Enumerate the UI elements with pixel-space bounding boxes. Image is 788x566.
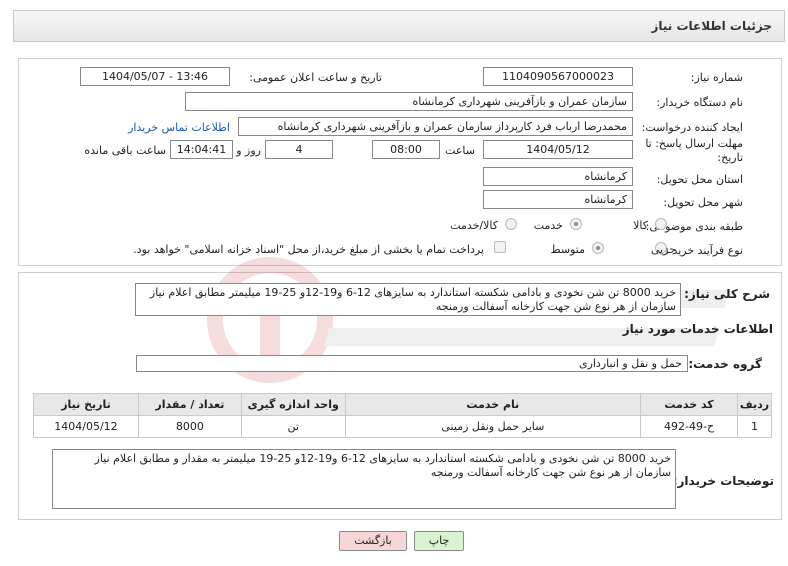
announce-label: تاریخ و ساعت اعلان عمومی: [249, 71, 382, 84]
purchase-option-minor: جزیی [650, 243, 676, 256]
purchase-type-label: نوع فرآیند خرید : [665, 244, 743, 257]
print-button[interactable]: چاپ [414, 531, 464, 551]
treasury-checkbox[interactable] [494, 241, 506, 253]
summary-label: شرح کلی نیاز: [684, 287, 770, 301]
cell-row: 1 [737, 415, 772, 438]
deadline-date-field[interactable]: 1404/05/12 [483, 140, 633, 159]
city-field[interactable]: کرمانشاه [483, 190, 633, 209]
category-radio-goods[interactable] [655, 218, 667, 230]
buyer-contact-link[interactable]: اطلاعات تماس خریدار [128, 121, 230, 134]
days-field[interactable]: 4 [265, 140, 333, 159]
cell-service-code: ح-49-492 [640, 415, 739, 438]
table-row[interactable]: 1 ح-49-492 سایر حمل ونقل زمینی تن 8000 1… [33, 415, 772, 438]
category-option-service: خدمت [533, 219, 563, 232]
creator-label: ایجاد کننده درخواست: [641, 121, 743, 134]
deadline-label-1: مهلت ارسال پاسخ: تا [645, 137, 743, 150]
buyer-label: نام دستگاه خریدار: [656, 96, 743, 109]
col-quantity: تعداد / مقدار [137, 393, 242, 416]
services-section-title: اطلاعات خدمات مورد نیاز [622, 322, 773, 336]
services-table: ردیف کد خدمت نام خدمت واحد اندازه گیری ت… [33, 393, 772, 438]
category-option-goods-service: کالا/خدمت [450, 219, 498, 232]
purchase-option-medium: متوسط [550, 243, 585, 256]
purchase-radio-medium[interactable] [592, 242, 604, 254]
col-service-name: نام خدمت [344, 393, 642, 416]
days-label: روز و [236, 144, 261, 157]
service-group-field[interactable]: حمل و نقل و انبارداری [136, 355, 688, 372]
creator-field[interactable]: محمدرضا ارباب فرد کارپرداز سازمان عمران … [238, 117, 633, 136]
buyer-field[interactable]: سازمان عمران و بازآفرینی شهرداری کرمانشا… [185, 92, 633, 111]
table-header-row: ردیف کد خدمت نام خدمت واحد اندازه گیری ت… [33, 393, 772, 416]
payment-note: پرداخت تمام یا بخشی از مبلغ خرید،از محل … [133, 243, 484, 256]
service-group-label: گروه خدمت: [688, 357, 762, 371]
city-label: شهر محل تحویل: [663, 196, 743, 209]
deadline-label-2: تاریخ: [717, 151, 743, 164]
cell-need-date: 1404/05/12 [33, 415, 139, 438]
need-number-label: شماره نیاز: [690, 71, 743, 84]
col-need-date: تاریخ نیاز [33, 393, 139, 416]
back-button[interactable]: بازگشت [339, 531, 407, 551]
deadline-hour-label: ساعت [445, 144, 475, 157]
category-option-goods: کالا [633, 219, 648, 232]
cell-quantity: 8000 [137, 415, 242, 438]
buyer-notes-text[interactable]: خرید 8000 تن شن نخودی و بادامی شکسته است… [52, 449, 676, 509]
remaining-label: ساعت باقی مانده [84, 144, 166, 157]
category-radio-service[interactable] [570, 218, 582, 230]
summary-text[interactable]: خرید 8000 تن شن نخودی و بادامی شکسته است… [135, 283, 681, 316]
need-number-field[interactable]: 1104090567000023 [483, 67, 633, 86]
deadline-hour-field[interactable]: 08:00 [372, 140, 440, 159]
col-service-code: کد خدمت [640, 393, 739, 416]
announce-field[interactable]: 1404/05/07 - 13:46 [80, 67, 230, 86]
category-radio-goods-service[interactable] [505, 218, 517, 230]
cell-unit: تن [240, 415, 346, 438]
province-label: استان محل تحویل: [656, 173, 743, 186]
col-row: ردیف [737, 393, 772, 416]
need-info-panel [18, 58, 782, 266]
province-field[interactable]: کرمانشاه [483, 167, 633, 186]
remaining-time-field[interactable]: 14:04:41 [170, 140, 233, 159]
buyer-notes-label: توضیحات خریدار: [672, 474, 774, 488]
col-unit: واحد اندازه گیری [240, 393, 346, 416]
cell-service-name: سایر حمل ونقل زمینی [344, 415, 642, 438]
page-header: جزئیات اطلاعات نیاز [13, 10, 785, 42]
page-title: جزئیات اطلاعات نیاز [651, 19, 772, 33]
